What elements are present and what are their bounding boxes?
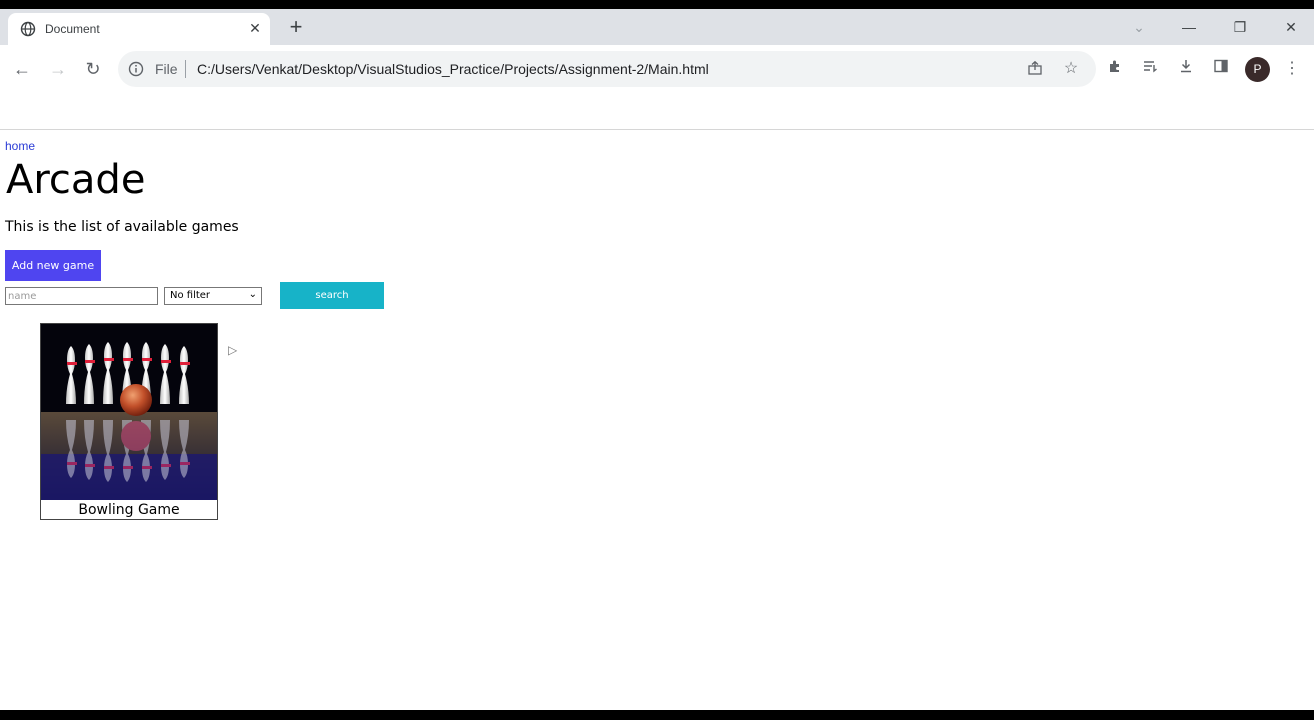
share-icon[interactable] <box>1026 60 1044 78</box>
close-tab-icon[interactable]: ✕ <box>246 19 264 37</box>
divider <box>185 60 186 78</box>
forward-button[interactable]: → <box>46 57 70 81</box>
reload-button[interactable]: ↻ <box>81 57 105 81</box>
search-button[interactable]: search <box>280 282 384 309</box>
url-scheme: File <box>155 61 178 77</box>
filter-selected-value: No filter <box>170 290 211 301</box>
menu-icon[interactable]: ⋮ <box>1281 58 1303 80</box>
restore-button[interactable]: ❐ <box>1228 15 1252 39</box>
home-link[interactable]: home <box>5 139 35 153</box>
search-input[interactable] <box>5 287 158 305</box>
page-top-divider <box>0 129 1314 130</box>
game-card-title[interactable]: Bowling Game <box>41 502 217 518</box>
profile-avatar[interactable]: P <box>1245 57 1270 82</box>
page-title: Arcade <box>6 157 146 203</box>
tab-strip: Document ✕ + ⌄ — ❐ ✕ <box>0 9 1314 45</box>
tab-search-chevron-icon[interactable]: ⌄ <box>1127 15 1151 39</box>
back-button[interactable]: ← <box>10 57 34 81</box>
side-panel-icon[interactable] <box>1210 58 1232 80</box>
page-subtitle: This is the list of available games <box>5 219 239 235</box>
extensions-icon[interactable] <box>1104 58 1126 80</box>
star-icon[interactable]: ☆ <box>1062 60 1080 78</box>
address-bar[interactable]: File C:/Users/Venkat/Desktop/VisualStudi… <box>118 51 1096 87</box>
download-icon[interactable] <box>1175 58 1197 80</box>
bowling-game-image[interactable] <box>41 324 217 500</box>
minimize-button[interactable]: — <box>1177 15 1201 39</box>
game-card[interactable]: Bowling Game <box>40 323 218 520</box>
tab-title: Document <box>45 22 100 36</box>
reading-list-icon[interactable] <box>1139 58 1161 80</box>
browser-toolbar: ← → ↻ File C:/Users/Venkat/Desktop/Visua… <box>0 45 1314 93</box>
screen-bottom-border <box>0 710 1314 720</box>
mouse-cursor-icon: ▷ <box>228 343 238 357</box>
url-text[interactable]: C:/Users/Venkat/Desktop/VisualStudios_Pr… <box>197 61 709 77</box>
globe-icon <box>20 21 36 37</box>
new-tab-button[interactable]: + <box>284 16 308 40</box>
page-viewport: home Arcade This is the list of availabl… <box>0 99 1314 710</box>
filter-select[interactable]: No filter ⌄ <box>164 287 262 305</box>
screen-top-border <box>0 0 1314 9</box>
chevron-down-icon: ⌄ <box>248 289 257 300</box>
browser-chrome: Document ✕ + ⌄ — ❐ ✕ ← → ↻ File C:/Users… <box>0 9 1314 99</box>
info-icon[interactable] <box>128 61 144 77</box>
add-new-game-button[interactable]: Add new game <box>5 250 101 281</box>
browser-tab[interactable]: Document ✕ <box>8 13 270 45</box>
close-window-button[interactable]: ✕ <box>1279 15 1303 39</box>
